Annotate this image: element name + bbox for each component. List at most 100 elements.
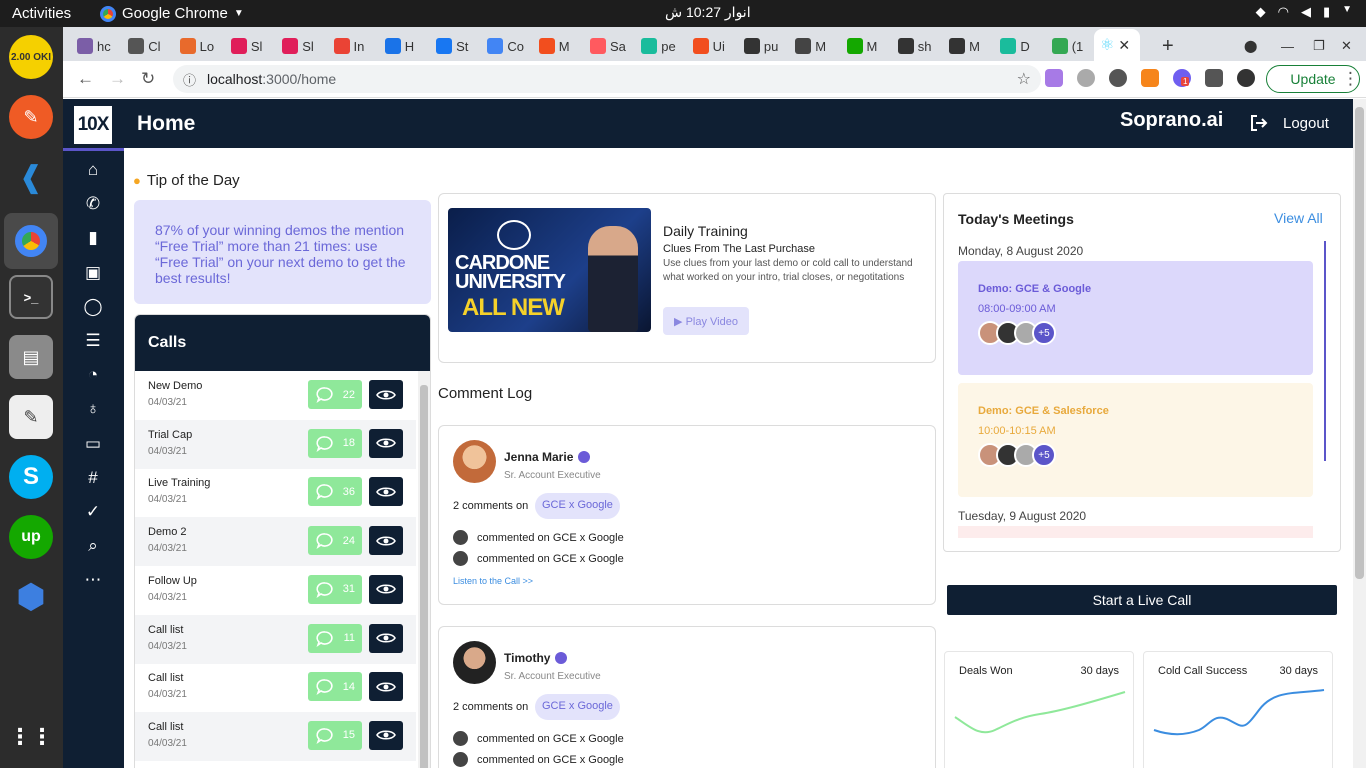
dock-item-chrome[interactable] [4, 213, 58, 269]
dock-item-network[interactable]: ⬢ [9, 575, 53, 619]
extension-gear-icon[interactable]: 1 [1173, 69, 1191, 87]
phone-icon[interactable]: ✆ [82, 194, 104, 216]
close-tab-icon[interactable]: ✕ [1118, 37, 1130, 54]
award-icon[interactable]: ♁ [82, 399, 104, 421]
call-row[interactable]: New Demo 04/03/21 22 [135, 371, 416, 420]
dock-item-postman[interactable]: ✎ [9, 95, 53, 139]
view-call-button[interactable] [369, 380, 403, 409]
browser-tab[interactable]: Co [481, 33, 524, 59]
chip-icon[interactable]: ▣ [82, 263, 104, 285]
browser-tab[interactable]: M [789, 33, 826, 59]
page-scrollbar-thumb[interactable] [1355, 107, 1364, 579]
commenter-name[interactable]: Jenna Marie [504, 450, 591, 464]
more-icon[interactable]: ⋯ [82, 570, 104, 592]
browser-tab[interactable]: Sl [225, 33, 262, 59]
meeting-card-partial[interactable] [958, 526, 1313, 538]
pie-chart-icon[interactable]: ◔ [82, 365, 104, 387]
browser-tab[interactable]: H [379, 33, 414, 59]
activities-button[interactable]: Activities [12, 5, 71, 22]
home-icon[interactable]: ⌂ [82, 160, 104, 182]
call-row[interactable]: Call list 04/03/21 14 [135, 663, 416, 712]
browser-tab[interactable]: hc [71, 33, 111, 59]
browser-tab[interactable]: pe [635, 33, 676, 59]
show-apps-button[interactable]: ⋮⋮ [9, 715, 53, 759]
bar-chart-icon[interactable]: ▮ [82, 228, 104, 250]
dock-item-vscode[interactable]: ❰ [9, 155, 53, 199]
call-row[interactable]: Call list 04/03/21 15 [135, 711, 416, 761]
hash-icon[interactable]: # [82, 468, 104, 490]
profile-avatar[interactable] [1237, 69, 1255, 87]
browser-tab[interactable]: sh [892, 33, 932, 59]
comments-button[interactable]: 15 [308, 720, 362, 750]
extension-bug-icon[interactable] [1109, 69, 1127, 87]
comments-button[interactable]: 36 [308, 477, 362, 507]
training-thumbnail[interactable]: CARDONE UNIVERSITY ALL NEW [448, 208, 651, 332]
listen-call-link[interactable]: Listen to the Call >> [453, 576, 533, 586]
commenter-name[interactable]: Timothy [504, 651, 568, 665]
dock-item-files[interactable]: ▤ [9, 335, 53, 379]
meeting-card[interactable]: Demo: GCE & Salesforce 10:00-10:15 AM +5 [958, 383, 1313, 497]
view-call-button[interactable] [369, 720, 403, 750]
address-bar[interactable]: ⓘ localhost:3000/home ☆ [173, 65, 1041, 93]
extension-globe-icon[interactable] [1077, 69, 1095, 87]
close-window-button[interactable]: ✕ [1335, 33, 1352, 59]
browser-tab[interactable]: M [943, 33, 980, 59]
call-row[interactable]: Demo 2 04/03/21 24 [135, 517, 416, 567]
bookmark-star-icon[interactable]: ☆ [1017, 69, 1031, 89]
comments-button[interactable]: 14 [308, 672, 362, 702]
user-check-icon[interactable]: ✓ [82, 502, 104, 524]
logout-button[interactable]: Logout [1249, 113, 1329, 133]
browser-tab[interactable]: Ui [687, 33, 725, 59]
tab-search-button[interactable]: ⬤ [1238, 33, 1257, 59]
dock-item-oki[interactable]: 2.00 OKI [9, 35, 53, 79]
page-scrollbar[interactable] [1353, 99, 1366, 768]
back-button[interactable]: ← [77, 69, 94, 89]
call-chip[interactable]: GCE x Google [535, 694, 620, 720]
browser-tab[interactable]: pu [738, 33, 778, 59]
clock[interactable]: انوار 10:27 ش [665, 4, 751, 21]
view-call-button[interactable] [369, 477, 403, 507]
active-tab[interactable]: ⚛ ✕ [1094, 29, 1140, 61]
call-row[interactable]: Live Training 04/03/21 36 [135, 468, 416, 517]
browser-tab[interactable]: D [994, 33, 1030, 59]
browser-tab[interactable]: In [328, 33, 364, 59]
view-call-button[interactable] [369, 672, 403, 702]
browser-tab[interactable]: (1 [1046, 33, 1083, 59]
comments-button[interactable]: 31 [308, 574, 362, 604]
view-all-link[interactable]: View All [1274, 210, 1323, 226]
call-row[interactable]: Follow Up 04/03/21 31 [135, 566, 416, 615]
app-menu[interactable]: Google Chrome ▼ [100, 5, 244, 22]
maximize-button[interactable]: ❐ [1307, 33, 1325, 59]
chat-icon[interactable]: ◯ [82, 297, 104, 319]
new-tab-button[interactable]: + [1156, 33, 1174, 59]
view-call-button[interactable] [369, 623, 403, 653]
browser-tab[interactable]: Cl [122, 33, 161, 59]
calls-scrollbar[interactable] [418, 371, 430, 768]
tv-icon[interactable]: ▭ [82, 434, 104, 456]
start-live-call-button[interactable]: Start a Live Call [947, 585, 1337, 615]
extension-metamask-icon[interactable] [1141, 69, 1159, 87]
calls-scrollbar-thumb[interactable] [420, 385, 428, 768]
dock-item-text-editor[interactable]: ✎ [9, 395, 53, 439]
view-call-button[interactable] [369, 526, 403, 556]
browser-tab[interactable]: St [430, 33, 468, 59]
comments-button[interactable]: 11 [308, 623, 362, 653]
browser-tab[interactable]: Lo [174, 33, 214, 59]
comments-button[interactable]: 18 [308, 428, 362, 458]
dock-item-terminal[interactable]: >_ [9, 275, 53, 319]
meeting-card[interactable]: Demo: GCE & Google 08:00-09:00 AM +5 [958, 261, 1313, 375]
search-icon[interactable]: ⌕ [82, 536, 104, 558]
browser-tab[interactable]: M [533, 33, 570, 59]
chrome-menu-icon[interactable]: ⋮ [1342, 69, 1359, 89]
comments-button[interactable]: 24 [308, 526, 362, 556]
app-logo[interactable]: 10X [74, 106, 112, 144]
call-chip[interactable]: GCE x Google [535, 493, 620, 519]
dock-item-upwork[interactable]: up [9, 515, 53, 559]
system-tray[interactable]: ◆ ◠ ◀ ▮ ▼ [1256, 4, 1352, 20]
list-icon[interactable]: ☰ [82, 331, 104, 353]
view-call-button[interactable] [369, 574, 403, 604]
comments-button[interactable]: 22 [308, 380, 362, 409]
call-row[interactable]: Call list 04/03/21 11 [135, 614, 416, 664]
forward-button[interactable]: → [109, 69, 126, 89]
meetings-scrollbar[interactable] [1324, 241, 1326, 461]
